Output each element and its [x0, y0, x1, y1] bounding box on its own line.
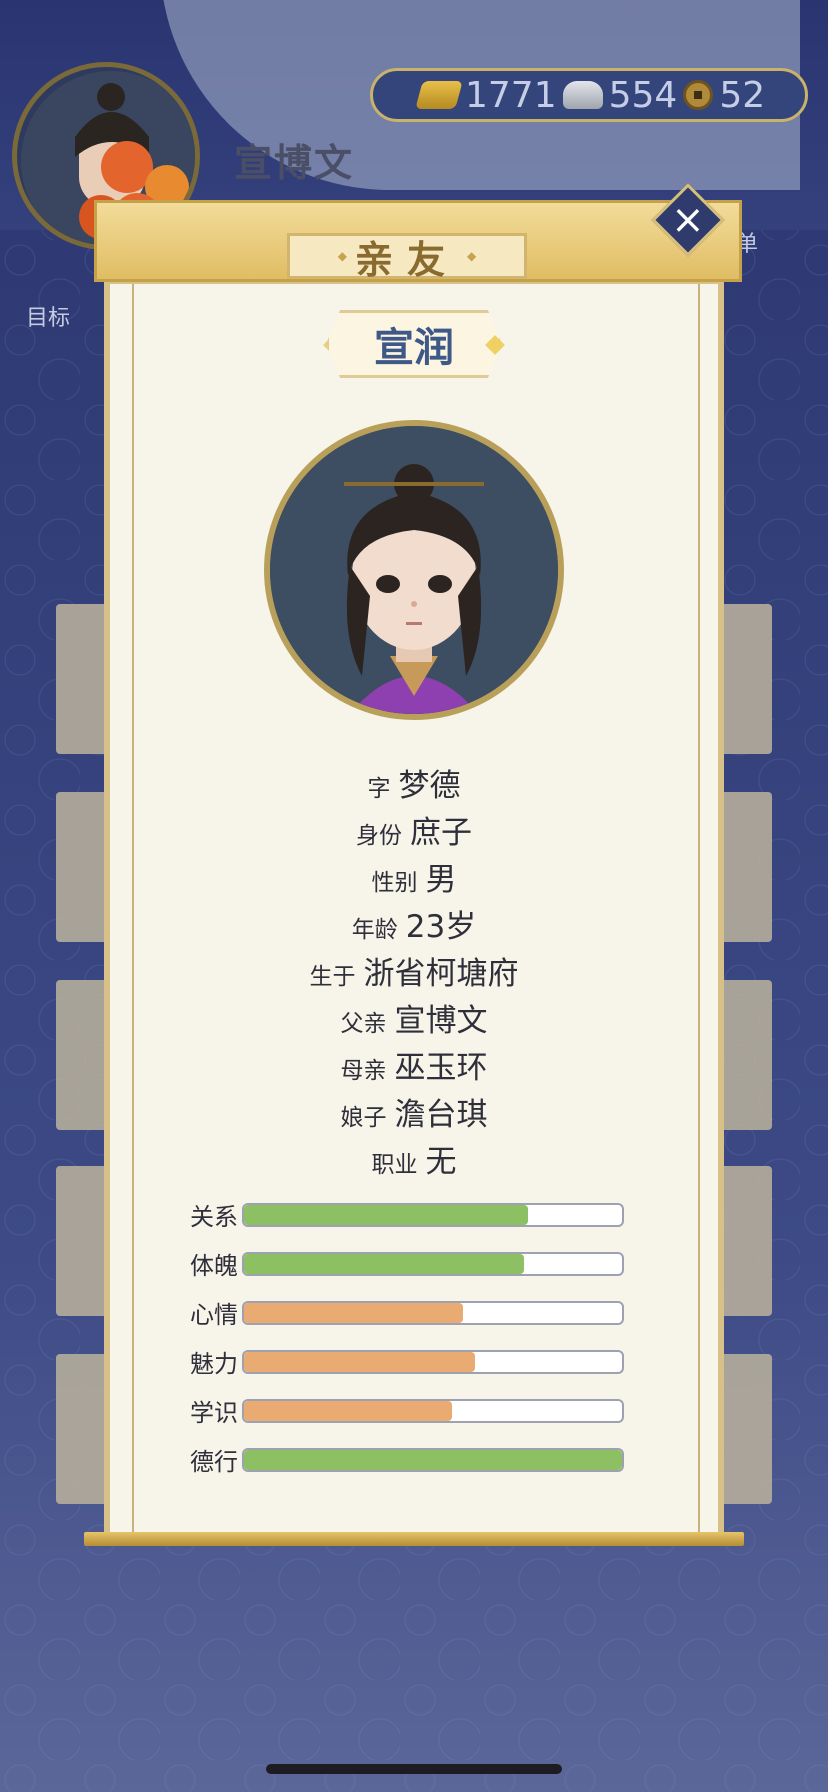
stat-bar: [242, 1349, 624, 1374]
stat-label: 心情: [190, 1301, 238, 1329]
stat-bar: [242, 1398, 624, 1423]
stat-row-knowledge: 学识: [190, 1386, 670, 1435]
modal-title-box: 亲友: [287, 233, 527, 282]
info-row-birthplace: 生于 浙省柯塘府: [104, 948, 724, 995]
character-portrait: [264, 420, 564, 720]
close-icon: ×: [671, 196, 705, 243]
info-value: 无: [425, 1144, 457, 1180]
stat-label: 魅力: [190, 1350, 238, 1378]
stat-bar-fill: [244, 1351, 475, 1372]
copper-coin-icon: [683, 80, 714, 110]
info-key: 职业: [371, 1152, 418, 1178]
stat-bar-fill: [244, 1400, 452, 1421]
stat-label: 学识: [190, 1399, 238, 1427]
stat-bar-fill: [244, 1253, 524, 1274]
stat-bar: [242, 1251, 624, 1276]
stat-row-mood: 心情: [190, 1288, 670, 1337]
stat-label: 体魄: [190, 1252, 238, 1280]
stat-bar: [242, 1300, 624, 1325]
relative-detail-modal: 亲友 × 宣润 字梦德 身份庶子 性别男 年龄 23岁 生于浙省柯塘府: [84, 183, 744, 1546]
stat-bar-fill: [244, 1204, 528, 1225]
stat-bar-fill: [244, 1449, 622, 1470]
info-key: 身份: [356, 823, 402, 849]
goal-label[interactable]: 目标: [26, 300, 70, 332]
info-row-age: 年龄 23岁: [104, 901, 724, 948]
stat-bar: [242, 1447, 624, 1472]
stat-label: 德行: [190, 1448, 238, 1476]
info-row-status: 身份 庶子: [104, 807, 724, 854]
info-row-gender: 性别男: [104, 854, 724, 901]
stat-row-virtue: 德行: [190, 1435, 670, 1484]
info-row-courtesy-name: 字梦德: [104, 760, 724, 807]
character-name: 宣润: [374, 325, 454, 371]
info-row-father: 父亲 宣博文: [104, 995, 724, 1042]
info-key: 字: [367, 776, 391, 802]
info-value: 浙省柯塘府: [363, 956, 519, 992]
info-key: 生于: [309, 964, 356, 990]
info-value: 男: [425, 862, 457, 898]
info-key: 年龄: [351, 917, 398, 943]
modal-header: 亲友: [94, 200, 742, 282]
info-key: 娘子: [340, 1105, 387, 1131]
currency-bar: 1771 554 52: [370, 68, 808, 122]
info-value: 梦德: [398, 768, 461, 804]
info-row-occupation: 职业无: [104, 1136, 724, 1183]
stat-bar-fill: [244, 1302, 464, 1323]
character-info-list: 字梦德 身份 庶子 性别男 年龄 23岁 生于 浙省柯塘府 父亲 宣博文 母亲 巫玉环 娘…: [104, 760, 724, 1183]
stat-label: 关系: [190, 1203, 238, 1231]
info-value: 巫玉环: [394, 1050, 488, 1086]
info-value: 宣博文: [394, 1003, 488, 1039]
stat-row-relationship: 关系: [190, 1190, 670, 1239]
scroll-bottom-rod: [84, 1532, 744, 1546]
stat-row-physique: 体魄: [190, 1239, 670, 1288]
gold-amount: 1771: [465, 74, 557, 116]
info-value: 庶子: [410, 815, 472, 851]
info-key: 母亲: [340, 1058, 387, 1084]
info-key: 性别: [371, 870, 418, 896]
character-portrait-icon: [270, 426, 558, 714]
info-key: 父亲: [340, 1011, 387, 1037]
player-name: 宣博文: [234, 141, 355, 185]
copper-amount: 52: [719, 74, 766, 116]
character-name-plate: 宣润: [326, 310, 502, 378]
stat-row-charm: 魅力: [190, 1337, 670, 1386]
info-value: 澹台琪: [394, 1097, 488, 1133]
info-row-wife: 娘子 澹台琪: [104, 1089, 724, 1136]
home-indicator[interactable]: [266, 1764, 562, 1774]
info-value: 23岁: [405, 909, 477, 945]
silver-ingot-icon: [562, 81, 603, 109]
stat-bar: [242, 1202, 624, 1227]
modal-title: 亲友: [354, 237, 459, 282]
character-stats: 关系 体魄 心情 魅力 学识 德行: [190, 1190, 670, 1484]
silver-amount: 554: [608, 74, 678, 116]
gold-ingot-icon: [415, 81, 463, 109]
info-row-mother: 母亲 巫玉环: [104, 1042, 724, 1089]
